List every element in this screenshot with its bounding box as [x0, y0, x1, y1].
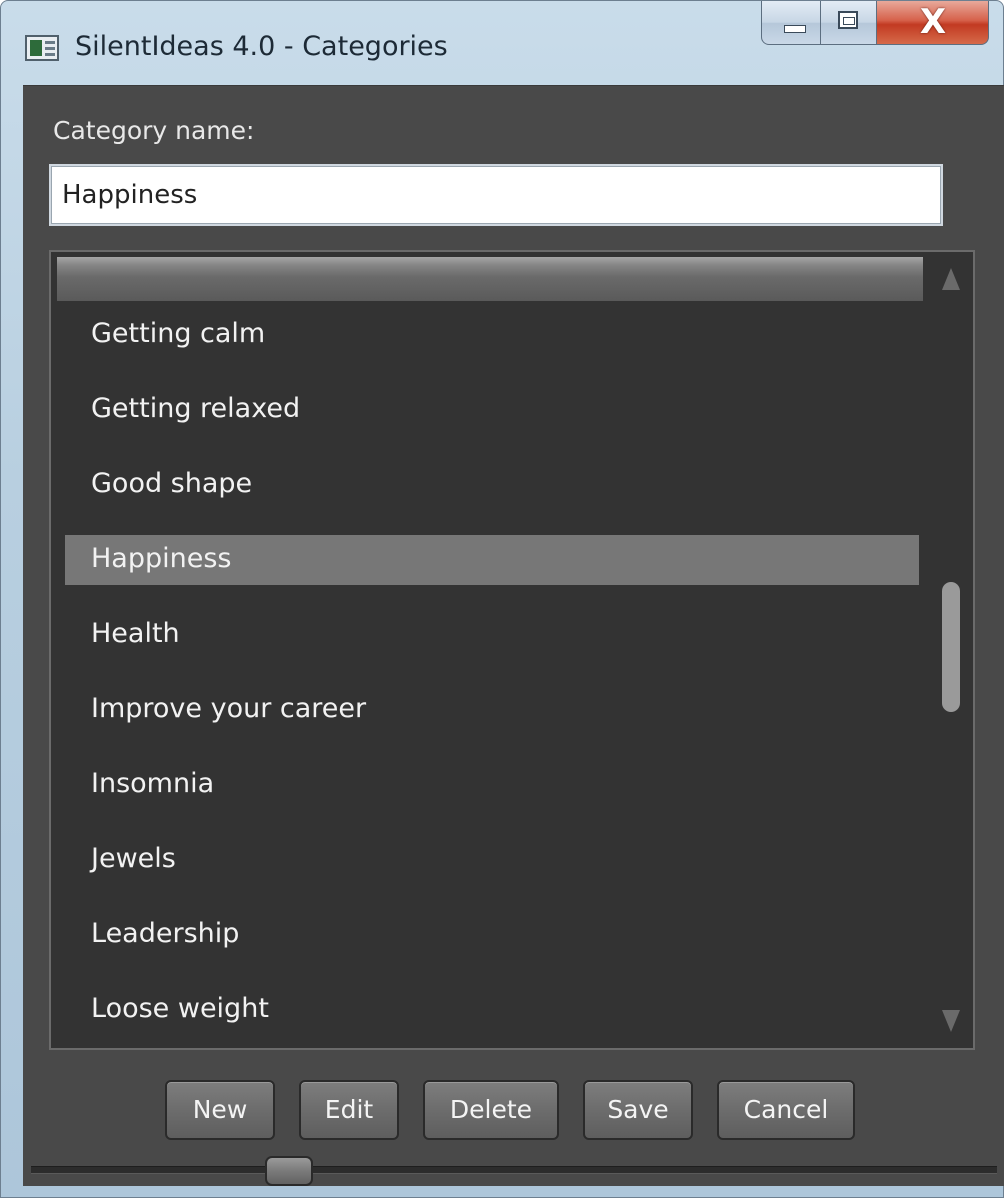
list-item[interactable]: Getting calm — [65, 310, 919, 360]
save-button[interactable]: Save — [583, 1080, 693, 1140]
maximize-icon — [838, 11, 858, 29]
list-item[interactable]: Health — [65, 610, 919, 660]
new-button[interactable]: New — [165, 1080, 275, 1140]
caption-buttons: X — [761, 1, 989, 47]
maximize-button[interactable] — [821, 1, 877, 45]
delete-button[interactable]: Delete — [423, 1080, 559, 1140]
scroll-up-arrow-icon[interactable] — [942, 268, 960, 290]
cancel-button[interactable]: Cancel — [717, 1080, 855, 1140]
minimize-icon — [784, 25, 806, 33]
close-icon: X — [919, 2, 947, 42]
list-item[interactable]: Loose weight — [65, 985, 919, 1035]
app-window-icon[interactable] — [25, 35, 59, 61]
close-button[interactable]: X — [877, 1, 989, 45]
action-buttons: New Edit Delete Save Cancel — [165, 1080, 855, 1140]
minimize-button[interactable] — [761, 1, 821, 45]
category-name-input[interactable] — [49, 164, 943, 226]
category-list[interactable]: Getting calm Getting relaxed Good shape … — [49, 250, 975, 1050]
zoom-slider-thumb[interactable] — [265, 1156, 313, 1186]
window-client-area: Category name: Getting calm Getting rela… — [23, 85, 1004, 1186]
list-item-selected[interactable]: Happiness — [65, 535, 919, 585]
edit-button[interactable]: Edit — [299, 1080, 399, 1140]
list-item[interactable]: Insomnia — [65, 760, 919, 810]
list-item[interactable]: Leadership — [65, 910, 919, 960]
vertical-scrollbar[interactable] — [933, 256, 969, 1044]
categories-window: SilentIdeas 4.0 - Categories X Category … — [0, 0, 1004, 1198]
list-item[interactable]: Getting relaxed — [65, 385, 919, 435]
zoom-slider-track[interactable] — [31, 1166, 997, 1174]
list-header — [57, 257, 923, 301]
window-title: SilentIdeas 4.0 - Categories — [75, 31, 448, 62]
scrollbar-thumb[interactable] — [942, 582, 960, 712]
list-item[interactable]: Improve your career — [65, 685, 919, 735]
category-items: Getting calm Getting relaxed Good shape … — [65, 310, 919, 1060]
category-name-label: Category name: — [53, 116, 255, 145]
scroll-down-arrow-icon[interactable] — [942, 1010, 960, 1032]
title-bar[interactable]: SilentIdeas 4.0 - Categories X — [1, 1, 1003, 85]
list-item[interactable]: Good shape — [65, 460, 919, 510]
list-item[interactable]: Jewels — [65, 835, 919, 885]
